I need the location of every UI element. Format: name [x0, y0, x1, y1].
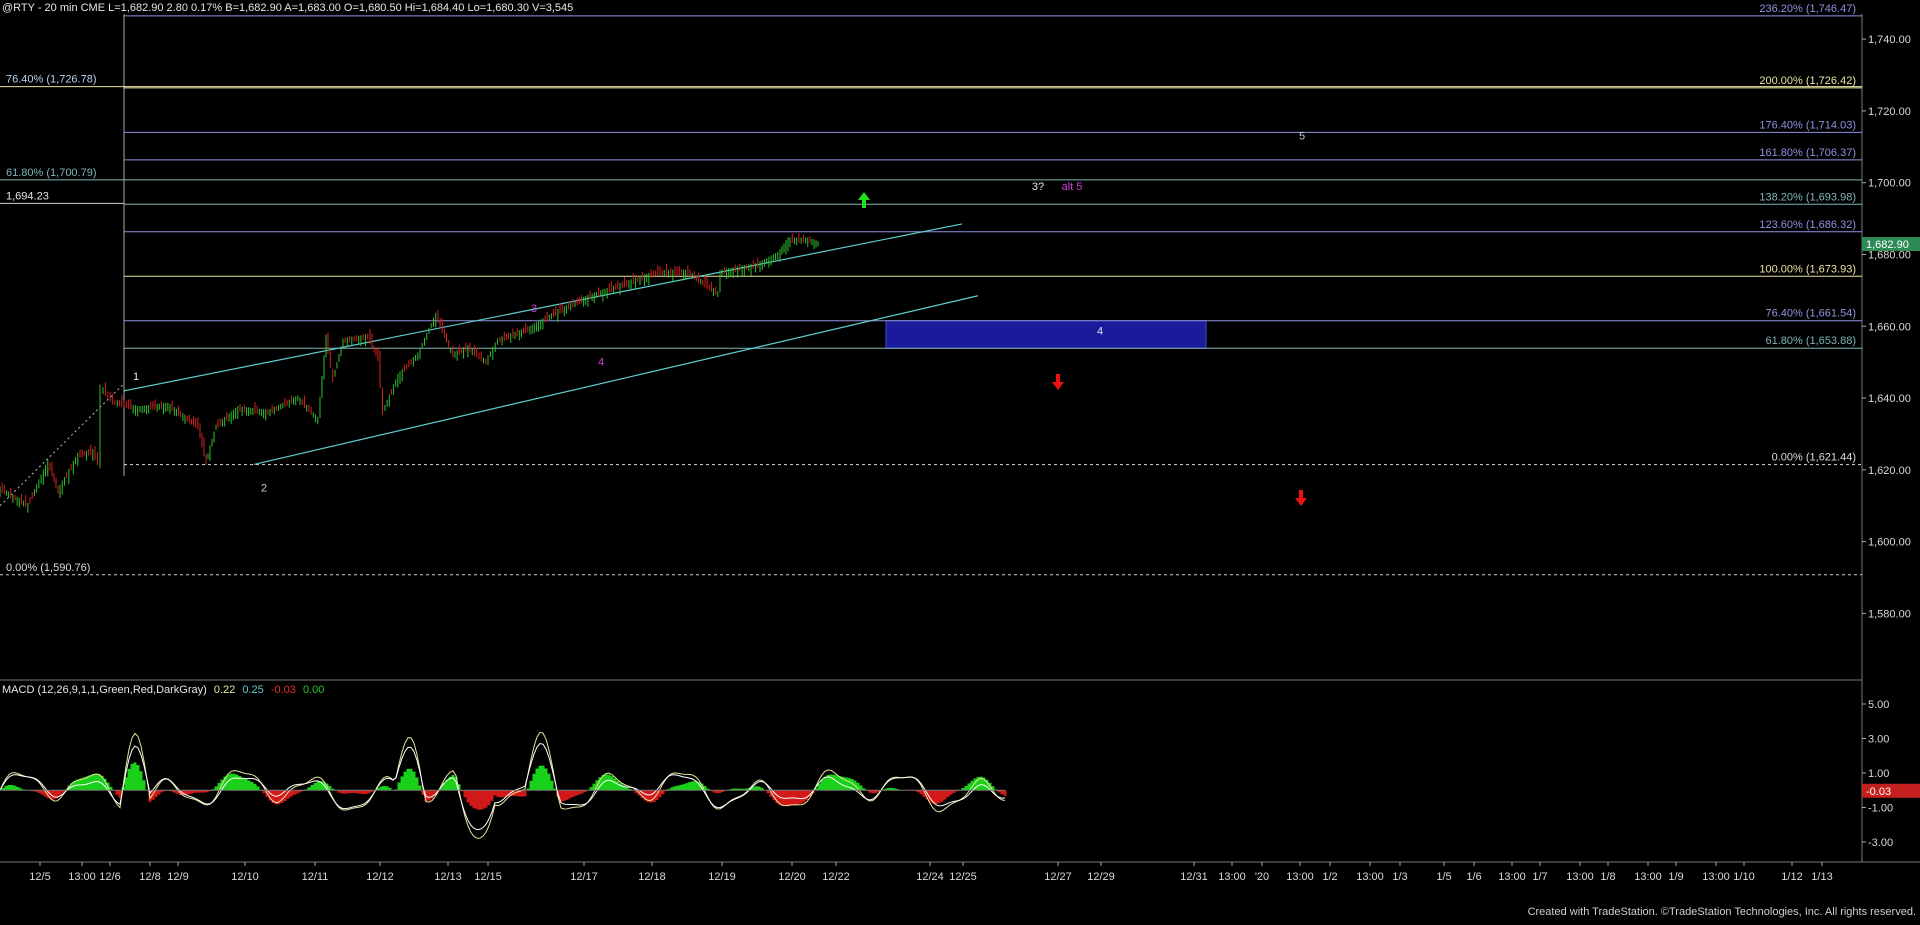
left-fib-label: 61.80% (1,700.79) [6, 167, 97, 179]
time-tick-label: 12/25 [949, 871, 977, 883]
current-price-label: 1,682.90 [1866, 239, 1909, 251]
wave-label: alt 5 [1062, 181, 1083, 193]
fib-label: 161.80% (1,706.37) [1759, 147, 1856, 159]
macd-value-2: 0.25 [242, 684, 264, 696]
time-tick-label: 1/8 [1600, 871, 1615, 883]
fib-label: 123.60% (1,686.32) [1759, 219, 1856, 231]
macd-tick-label: 3.00 [1868, 734, 1889, 746]
price-tick-label: 1,740.00 [1868, 34, 1911, 46]
time-tick-label: 1/2 [1322, 871, 1337, 883]
time-tick-label: 1/7 [1532, 871, 1547, 883]
price-tick-label: 1,660.00 [1868, 321, 1911, 333]
fib-label: 176.40% (1,714.03) [1759, 119, 1856, 131]
chart-stage: 4 236.20% (1,746.47) 200.00% (1,726.42) 176… [0, 0, 1920, 920]
time-tick-label: 1/5 [1436, 871, 1451, 883]
macd-tick-label: 5.00 [1868, 699, 1889, 711]
red-down-arrow [1052, 374, 1064, 390]
price-tick-label: 1,720.00 [1868, 106, 1911, 118]
time-tick-label: 12/9 [167, 871, 188, 883]
time-tick-label: 1/9 [1668, 871, 1683, 883]
fib-label: 138.20% (1,693.98) [1759, 191, 1856, 203]
symbol-label: @RTY - 20 min CME [2, 2, 106, 14]
wave-label: 4 [598, 357, 604, 369]
macd-legend: MACD (12,26,9,1,1,Green,Red,DarkGray) 0.… [2, 684, 324, 696]
wave-label: 3 [531, 303, 537, 315]
time-tick-label: 13:00 [1218, 871, 1246, 883]
time-tick-label: 12/15 [474, 871, 502, 883]
wave-label: 5 [1299, 131, 1305, 143]
fib-label: 61.80% (1,653.88) [1765, 335, 1856, 347]
time-tick-label: 12/13 [434, 871, 462, 883]
price-tick-label: 1,700.00 [1868, 178, 1911, 190]
time-tick-label: 12/22 [822, 871, 850, 883]
left-fib-label: 1,694.23 [6, 190, 49, 202]
fib-label: 76.40% (1,661.54) [1765, 308, 1856, 320]
macd-value-1: 0.22 [213, 684, 236, 696]
target-zone-label: 4 [1097, 326, 1103, 338]
time-tick-label: 12/31 [1180, 871, 1208, 883]
red-down-arrow [1295, 490, 1307, 506]
price-tick-label: 1,580.00 [1868, 608, 1911, 620]
time-tick-label: 1/12 [1781, 871, 1802, 883]
time-tick-label: 12/5 [29, 871, 50, 883]
time-tick-label: 12/11 [302, 871, 329, 883]
price-tick-label: 1,640.00 [1868, 393, 1911, 405]
time-tick-label: 12/18 [638, 871, 666, 883]
green-up-arrow [858, 192, 870, 208]
macd-title: MACD (12,26,9,1,1,Green,Red,DarkGray) [2, 684, 207, 696]
time-tick-label: 13:00 [1286, 871, 1314, 883]
macd-current-label: -0.03 [1866, 786, 1891, 798]
time-tick-label: 13:00 [1702, 871, 1730, 883]
macd-value-4: 0.00 [302, 684, 325, 696]
fib-label: 0.00% (1,621.44) [1772, 452, 1856, 464]
fib-label: 100.00% (1,673.93) [1759, 263, 1856, 275]
price-tick-label: 1,620.00 [1868, 465, 1911, 477]
time-tick-label: '20 [1255, 871, 1269, 883]
time-tick-label: 13:00 [1498, 871, 1526, 883]
time-tick-label: 1/6 [1466, 871, 1481, 883]
wave-label: 3? [1032, 181, 1044, 193]
time-tick-label: 12/6 [99, 871, 120, 883]
macd-tick-label: -3.00 [1868, 837, 1893, 849]
macd-value-3: -0.03 [270, 684, 296, 696]
wave-label: 1 [133, 371, 139, 383]
time-tick-label: 12/29 [1087, 871, 1115, 883]
macd-tick-label: -1.00 [1868, 803, 1893, 815]
time-tick-label: 12/12 [366, 871, 394, 883]
fib-label: 236.20% (1,746.47) [1759, 3, 1856, 15]
fib-label: 200.00% (1,726.42) [1759, 75, 1856, 87]
chart-header: @RTY - 20 min CME L=1,682.90 2.80 0.17% … [2, 2, 573, 14]
time-tick-label: 1/13 [1811, 871, 1832, 883]
quote-label: L=1,682.90 2.80 0.17% B=1,682.90 A=1,683… [108, 2, 574, 14]
time-tick-label: 12/17 [570, 871, 598, 883]
time-tick-label: 12/24 [916, 871, 944, 883]
time-tick-label: 12/20 [778, 871, 806, 883]
price-chart[interactable]: 4236.20% (1,746.47)200.00% (1,726.42)176… [0, 0, 1920, 920]
time-tick-label: 12/19 [708, 871, 736, 883]
macd-line [0, 731, 1006, 839]
channel-upper-line [123, 223, 963, 392]
wave-4-target-zone [885, 320, 1207, 349]
left-fib-label: 0.00% (1,590.76) [6, 562, 90, 574]
time-tick-label: 12/10 [231, 871, 259, 883]
time-tick-label: 1/10 [1733, 871, 1754, 883]
price-tick-label: 1,600.00 [1868, 537, 1911, 549]
time-tick-label: 12/8 [139, 871, 160, 883]
macd-tick-label: 1.00 [1868, 768, 1889, 780]
time-tick-label: 13:00 [68, 871, 96, 883]
time-tick-label: 13:00 [1566, 871, 1594, 883]
wave-label: 2 [261, 482, 267, 494]
price-candles [0, 233, 819, 513]
footer-copyright: Created with TradeStation. ©TradeStation… [1527, 906, 1916, 918]
price-tick-label: 1,680.00 [1868, 249, 1911, 261]
left-fib-label: 76.40% (1,726.78) [6, 74, 97, 86]
time-tick-label: 13:00 [1356, 871, 1384, 883]
time-tick-label: 12/27 [1044, 871, 1072, 883]
time-tick-label: 1/3 [1392, 871, 1407, 883]
time-tick-label: 13:00 [1634, 871, 1662, 883]
